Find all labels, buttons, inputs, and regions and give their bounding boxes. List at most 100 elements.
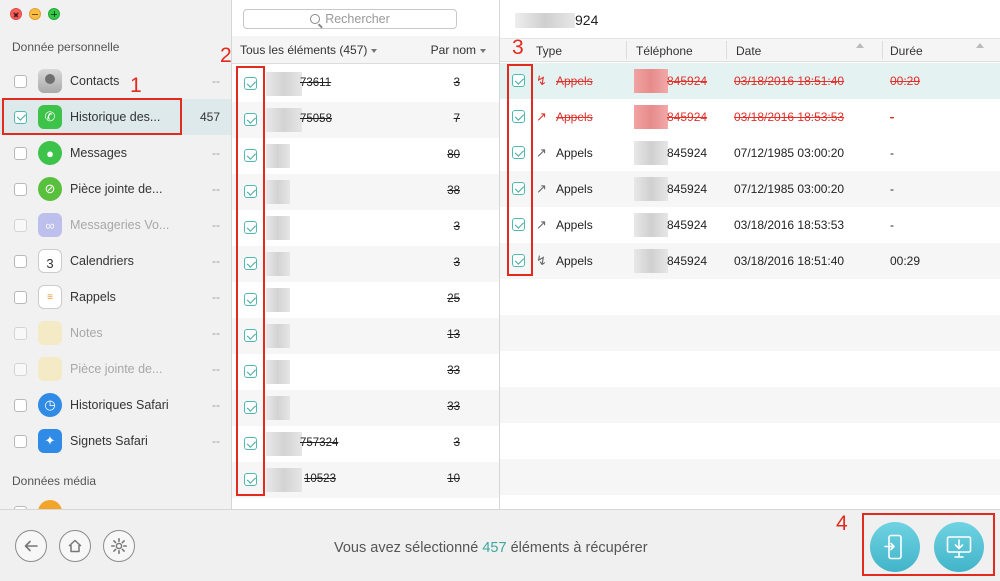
column-header-duration[interactable]: Durée bbox=[890, 44, 923, 58]
sidebar-item-note-attachments: Pièce jointe de... -- bbox=[0, 351, 231, 387]
list-item[interactable]: 33 bbox=[232, 390, 499, 426]
chevron-down-icon bbox=[480, 48, 486, 53]
empty-row bbox=[500, 459, 1000, 495]
sidebar-item-contacts[interactable]: Contacts -- bbox=[0, 63, 231, 99]
back-button[interactable] bbox=[15, 530, 47, 562]
call-phone: 845924 bbox=[667, 110, 708, 124]
outgoing-call-icon: ↗ bbox=[536, 217, 547, 232]
redacted-area bbox=[634, 213, 668, 237]
checkbox[interactable] bbox=[14, 398, 27, 412]
checkbox[interactable] bbox=[14, 74, 27, 88]
detail-table-header: Type Téléphone Date Durée bbox=[500, 38, 1000, 62]
search-input[interactable]: Rechercher bbox=[243, 9, 457, 29]
checkbox[interactable] bbox=[14, 146, 27, 160]
sidebar-item-label: Rappels bbox=[70, 290, 116, 304]
list-item[interactable]: 38 bbox=[232, 174, 499, 210]
messages-icon: ● bbox=[38, 141, 62, 165]
home-button[interactable] bbox=[59, 530, 91, 562]
outgoing-call-icon: ↗ bbox=[536, 109, 547, 124]
list-item[interactable]: 80 bbox=[232, 138, 499, 174]
redacted-area bbox=[634, 69, 668, 93]
sidebar-item-reminders[interactable]: ≡ Rappels -- bbox=[0, 279, 231, 315]
table-row[interactable]: ↯ Appels 845924 03/18/2016 18:51:40 00:2… bbox=[500, 63, 1000, 99]
list-item[interactable]: 3 bbox=[232, 210, 499, 246]
settings-button[interactable] bbox=[103, 530, 135, 562]
table-row[interactable]: ↗ Appels 845924 03/18/2016 18:53:53 - bbox=[500, 207, 1000, 243]
list-item-count: 13 bbox=[447, 329, 460, 341]
sort-ascending-icon bbox=[856, 43, 864, 48]
redacted-area bbox=[634, 105, 668, 129]
call-duration: - bbox=[890, 182, 894, 196]
sidebar-item-message-attachments[interactable]: ⊘ Pièce jointe de... -- bbox=[0, 171, 231, 207]
sidebar-item-count: -- bbox=[212, 326, 220, 340]
list-item[interactable]: 757324 3 bbox=[232, 426, 499, 462]
status-suffix: éléments à récupérer bbox=[510, 540, 648, 556]
selection-status: Vous avez sélectionné 457 éléments à réc… bbox=[334, 540, 648, 556]
list-item-count: 3 bbox=[453, 257, 460, 269]
sidebar-item-count: -- bbox=[212, 434, 220, 448]
sidebar-item-label: Pièce jointe de... bbox=[70, 182, 163, 196]
notes-icon bbox=[38, 321, 62, 345]
sidebar-item-messages[interactable]: ● Messages -- bbox=[0, 135, 231, 171]
list-item[interactable]: 25 bbox=[232, 282, 499, 318]
outgoing-call-icon: ↗ bbox=[536, 145, 547, 160]
sidebar-item-count: -- bbox=[212, 218, 220, 232]
sidebar-item-count: -- bbox=[212, 254, 220, 268]
sidebar-item-label: Messageries Vo... bbox=[70, 218, 170, 232]
sidebar: Donnée personnelle Contacts -- ✆ Histori… bbox=[0, 0, 232, 509]
sidebar-item-safari-bookmarks[interactable]: ✦ Signets Safari -- bbox=[0, 423, 231, 459]
call-phone: 845924 bbox=[667, 146, 708, 160]
checkbox[interactable] bbox=[14, 290, 27, 304]
sort-dropdown[interactable]: Par nom bbox=[431, 43, 486, 57]
detail-title-number: 924 bbox=[575, 12, 599, 28]
table-row[interactable]: ↗ Appels 845924 07/12/1985 03:00:20 - bbox=[500, 171, 1000, 207]
item-list-panel: Rechercher Tous les éléments (457) Par n… bbox=[232, 0, 500, 509]
list-item[interactable]: 10523 10 bbox=[232, 462, 499, 498]
redacted-area bbox=[634, 177, 668, 201]
footer-bar: Vous avez sélectionné 457 éléments à réc… bbox=[0, 509, 1000, 581]
checkbox[interactable] bbox=[14, 434, 27, 448]
redacted-area bbox=[266, 288, 290, 312]
contacts-icon bbox=[38, 69, 62, 93]
redacted-area bbox=[266, 468, 302, 492]
call-phone: 845924 bbox=[667, 254, 708, 268]
column-header-phone[interactable]: Téléphone bbox=[636, 44, 693, 58]
checkbox[interactable] bbox=[14, 254, 27, 268]
redacted-area bbox=[634, 249, 668, 273]
redacted-area bbox=[634, 141, 668, 165]
empty-row bbox=[500, 387, 1000, 423]
list-item[interactable]: 3 bbox=[232, 246, 499, 282]
column-header-date[interactable]: Date bbox=[736, 44, 761, 58]
table-row[interactable]: ↯ Appels 845924 03/18/2016 18:51:40 00:2… bbox=[500, 243, 1000, 279]
window-controls bbox=[10, 8, 60, 20]
column-divider bbox=[882, 41, 883, 59]
safari-history-icon: ◷ bbox=[38, 393, 62, 417]
table-row[interactable]: ↗ Appels 845924 07/12/1985 03:00:20 - bbox=[500, 135, 1000, 171]
call-date: 03/18/2016 18:51:40 bbox=[734, 74, 845, 88]
empty-row bbox=[500, 279, 1000, 315]
minimize-window-button[interactable] bbox=[29, 8, 41, 20]
sidebar-item-photos[interactable] bbox=[0, 494, 231, 509]
sidebar-item-count: 457 bbox=[199, 110, 220, 124]
all-items-dropdown[interactable]: Tous les éléments (457) bbox=[240, 43, 378, 57]
list-item[interactable]: 73611 3 bbox=[232, 66, 499, 102]
list-item[interactable]: 13 bbox=[232, 318, 499, 354]
empty-row bbox=[500, 423, 1000, 459]
redacted-area bbox=[266, 180, 290, 204]
photos-icon bbox=[38, 500, 62, 509]
maximize-window-button[interactable] bbox=[48, 8, 60, 20]
sidebar-item-count: -- bbox=[212, 182, 220, 196]
call-duration: - bbox=[890, 146, 894, 160]
list-item[interactable]: 33 bbox=[232, 354, 499, 390]
sidebar-item-label: Signets Safari bbox=[70, 434, 148, 448]
column-header-type[interactable]: Type bbox=[536, 44, 562, 58]
redacted-area bbox=[266, 432, 302, 456]
sidebar-item-calendars[interactable]: 3 Calendriers -- bbox=[0, 243, 231, 279]
checkbox[interactable] bbox=[14, 182, 27, 196]
sidebar-item-safari-history[interactable]: ◷ Historiques Safari -- bbox=[0, 387, 231, 423]
table-row[interactable]: ↗ Appels 845924 03/18/2016 18:53:53 - bbox=[500, 99, 1000, 135]
close-window-button[interactable] bbox=[10, 8, 22, 20]
annotation-number-2: 2 bbox=[220, 44, 232, 67]
list-item[interactable]: 75058 7 bbox=[232, 102, 499, 138]
call-date: 07/12/1985 03:00:20 bbox=[734, 146, 845, 160]
